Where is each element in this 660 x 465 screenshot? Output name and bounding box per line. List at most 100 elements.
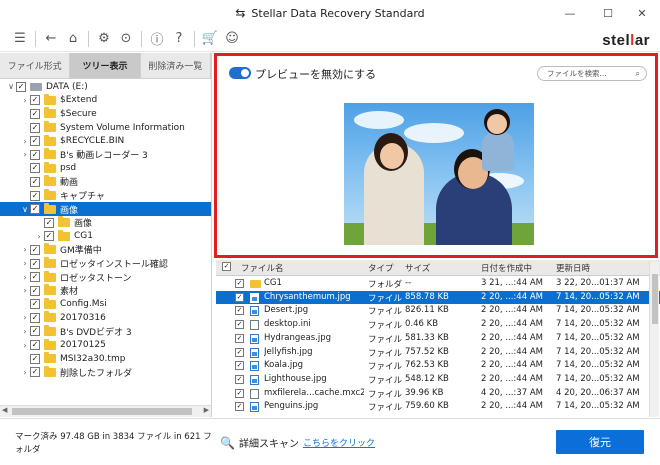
tree-checkbox[interactable]: ✓ — [30, 149, 40, 160]
tree-item[interactable]: › ✓ ロゼッタインストール確認 — [0, 257, 211, 271]
account-icon[interactable]: ☺ — [221, 28, 243, 50]
column-created[interactable]: 日付を作成中 — [481, 262, 532, 274]
tree-checkbox[interactable]: ✓ — [30, 163, 40, 174]
scroll-left-icon[interactable]: ◀ — [2, 406, 7, 414]
search-icon[interactable]: ⌕ — [636, 67, 640, 80]
column-size[interactable]: サイズ — [405, 262, 430, 274]
tree-checkbox[interactable]: ✓ — [30, 272, 40, 283]
tree-checkbox[interactable]: ✓ — [30, 95, 40, 106]
resume-icon[interactable]: ⊙ — [115, 28, 137, 50]
hamburger-menu-icon[interactable]: ☰ — [9, 28, 31, 50]
tree-item[interactable]: › ✓ 20170125 — [0, 338, 211, 352]
tree-item[interactable]: ✓ $Secure — [0, 107, 211, 121]
file-row[interactable]: ✓ Chrysanthemum.jpg ファイル 858.78 KB 2 20, ...… — [216, 290, 660, 305]
file-checkbox[interactable]: ✓ — [235, 333, 244, 343]
close-button[interactable]: ✕ — [624, 0, 660, 26]
tree-expander-icon[interactable]: › — [20, 341, 30, 350]
tree-checkbox[interactable]: ✓ — [30, 299, 40, 310]
tree-expander-icon[interactable]: › — [20, 96, 30, 105]
tree-checkbox[interactable]: ✓ — [30, 176, 40, 187]
tree-item[interactable]: › ✓ 20170316 — [0, 311, 211, 325]
tree-checkbox[interactable]: ✓ — [30, 108, 40, 119]
tree-item[interactable]: › ✓ 削除したフォルダ — [0, 365, 211, 379]
tree-expander-icon[interactable]: ∨ — [20, 205, 30, 214]
tree-checkbox[interactable]: ✓ — [44, 231, 54, 242]
file-checkbox[interactable]: ✓ — [235, 402, 244, 412]
scrollbar-thumb[interactable] — [12, 408, 192, 415]
tree-item[interactable]: ✓ Config.Msi — [0, 297, 211, 312]
tab-0[interactable]: ファイル形式 — [0, 53, 71, 78]
file-row[interactable]: ✓ mxfilerela...cache.mxc2 ファイル 39.96 KB 4 20… — [216, 387, 660, 401]
tree-item[interactable]: › ✓ $RECYCLE.BIN — [0, 134, 211, 148]
tree-item[interactable]: ✓ MSI32a30.tmp — [0, 352, 211, 366]
file-row[interactable]: ✓ Desert.jpg ファイル 826.11 KB 2 20, ...:44 AM 7… — [216, 304, 660, 318]
tree-horizontal-scrollbar[interactable]: ◀ ▶ — [0, 405, 211, 417]
tree-expander-icon[interactable]: › — [20, 245, 30, 254]
tree-expander-icon[interactable]: › — [20, 137, 30, 146]
column-modified[interactable]: 更新日時 — [556, 262, 590, 274]
help-icon[interactable]: ? — [168, 28, 190, 50]
tree-expander-icon[interactable]: › — [20, 313, 30, 322]
file-row[interactable]: ✓ Jellyfish.jpg ファイル 757.52 KB 2 20, ...:44 … — [216, 346, 660, 360]
file-checkbox[interactable]: ✓ — [235, 361, 244, 371]
file-search-input[interactable]: ファイルを検索... ⌕ — [537, 66, 647, 81]
tree-item[interactable]: ✓ 動画 — [0, 175, 211, 189]
file-checkbox[interactable]: ✓ — [235, 279, 244, 288]
deep-scan-link[interactable]: こちらをクリック — [303, 436, 375, 449]
scrollbar-thumb[interactable] — [652, 274, 658, 324]
tree-item[interactable]: › ✓ ロゼッタストーン — [0, 270, 211, 284]
scroll-right-icon[interactable]: ▶ — [204, 406, 209, 414]
tree-checkbox[interactable]: ✓ — [30, 353, 40, 364]
tree-item[interactable]: ∨ ✓ 画像 — [0, 202, 211, 216]
file-list-vertical-scrollbar[interactable] — [649, 262, 659, 417]
tree-expander-icon[interactable]: › — [20, 327, 30, 336]
preview-toggle[interactable] — [229, 67, 251, 79]
tree-checkbox[interactable]: ✓ — [30, 122, 40, 133]
tab-1[interactable]: ツリー表示 — [70, 53, 141, 78]
tree-item[interactable]: › ✓ B's DVDビデオ 3 — [0, 324, 211, 339]
settings-icon[interactable]: ⚙ — [93, 28, 115, 50]
tab-2[interactable]: 削除済み一覧 — [141, 53, 211, 78]
tree-item[interactable]: ∨ ✓ DATA (E:) — [0, 80, 211, 94]
tree-expander-icon[interactable]: › — [20, 150, 30, 159]
tree-checkbox[interactable]: ✓ — [30, 136, 40, 147]
tree-checkbox[interactable]: ✓ — [30, 312, 40, 323]
tree-item[interactable]: ✓ psd — [0, 161, 211, 176]
tree-checkbox[interactable]: ✓ — [44, 217, 54, 228]
tree-checkbox[interactable]: ✓ — [16, 81, 26, 92]
tree-expander-icon[interactable]: › — [20, 259, 30, 268]
cart-icon[interactable]: 🛒 — [199, 28, 221, 50]
file-row[interactable]: ✓ Koala.jpg ファイル 762.53 KB 2 20, ...:44 AM 7 … — [216, 359, 660, 373]
file-row[interactable]: ✓ desktop.ini ファイル 0.46 KB 2 20, ...:44 AM 7 … — [216, 318, 660, 332]
tree-checkbox[interactable]: ✓ — [30, 367, 40, 378]
tree-item[interactable]: › ✓ CG1 — [0, 229, 211, 244]
minimize-button[interactable]: — — [552, 0, 588, 26]
file-checkbox[interactable]: ✓ — [235, 306, 244, 316]
column-name[interactable]: ファイル名 — [241, 262, 284, 274]
restore-button[interactable]: 復元 — [556, 430, 644, 454]
file-row[interactable]: ✓ Hydrangeas.jpg ファイル 581.33 KB 2 20, ...:44… — [216, 332, 660, 346]
file-row[interactable]: ✓ CG1 フォルダ -- 3 21, ...:44 AM 3 22, 20...01:3… — [216, 277, 660, 291]
tree-item[interactable]: ✓ キャプチャ — [0, 189, 211, 203]
tree-expander-icon[interactable]: ∨ — [6, 82, 16, 91]
file-checkbox[interactable]: ✓ — [235, 320, 244, 330]
back-icon[interactable]: ← — [40, 28, 62, 50]
tree-item[interactable]: › ✓ $Extend — [0, 93, 211, 108]
tree-expander-icon[interactable]: › — [34, 232, 44, 241]
file-checkbox[interactable]: ✓ — [235, 374, 244, 384]
file-row[interactable]: ✓ Penguins.jpg ファイル 759.60 KB 2 20, ...:44 A… — [216, 400, 660, 414]
tree-item[interactable]: › ✓ GM準備中 — [0, 243, 211, 257]
home-icon[interactable]: ⌂ — [62, 28, 84, 50]
select-all-checkbox[interactable]: ✓ — [222, 262, 231, 271]
tree-checkbox[interactable]: ✓ — [30, 326, 40, 337]
tree-expander-icon[interactable]: › — [20, 273, 30, 282]
tree-item[interactable]: › ✓ 素材 — [0, 284, 211, 298]
panel-divider[interactable] — [211, 53, 212, 417]
info-icon[interactable]: ⓘ — [146, 28, 168, 50]
tree-item[interactable]: ✓ 画像 — [0, 216, 211, 230]
file-checkbox[interactable]: ✓ — [235, 292, 244, 302]
tree-item[interactable]: ✓ System Volume Information — [0, 121, 211, 135]
maximize-button[interactable]: ☐ — [590, 0, 626, 26]
tree-item[interactable]: › ✓ B's 動画レコーダー 3 — [0, 148, 211, 162]
column-type[interactable]: タイプ — [368, 262, 394, 274]
